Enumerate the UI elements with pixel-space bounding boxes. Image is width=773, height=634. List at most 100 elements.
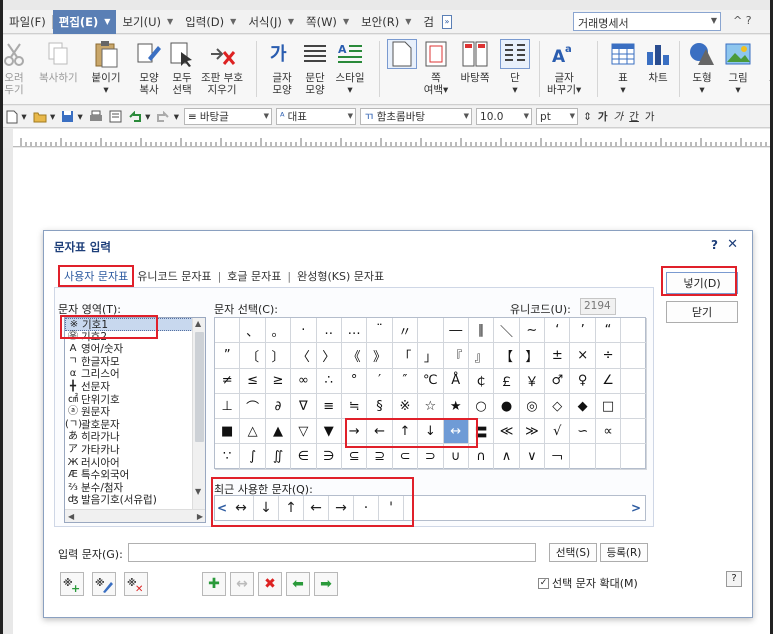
save-button[interactable]: ▾ bbox=[58, 108, 86, 126]
char-cell[interactable]: 〈 bbox=[291, 343, 317, 369]
char-cell[interactable]: ■ bbox=[215, 419, 241, 445]
char-cell[interactable]: ′ bbox=[367, 368, 393, 394]
replace-char-button[interactable]: Aa 글자 바꾸기▾ bbox=[547, 39, 581, 96]
char-cell[interactable] bbox=[621, 318, 647, 344]
area-list-item[interactable]: ※ 기호1 bbox=[65, 318, 193, 331]
swap-char-button[interactable]: ↔ bbox=[230, 572, 254, 596]
page-layout-button[interactable] bbox=[387, 39, 417, 72]
char-cell[interactable]: ≫ bbox=[519, 419, 546, 445]
recent-char-cell[interactable]: ↓ bbox=[254, 496, 279, 520]
scroll-right-icon[interactable]: ▶ bbox=[197, 512, 203, 521]
area-list-item[interactable]: ⓐ 원문자 bbox=[65, 406, 193, 419]
char-cell[interactable]: 』 bbox=[468, 343, 495, 369]
add-char-button[interactable]: ✚ bbox=[202, 572, 226, 596]
char-cell[interactable]: ↑ bbox=[392, 419, 419, 445]
area-list-item[interactable]: あ 히라가나 bbox=[65, 431, 193, 444]
char-cell[interactable]: ♂ bbox=[545, 368, 571, 394]
close-button[interactable]: 닫기 bbox=[666, 301, 738, 323]
char-cell[interactable]: ☆ bbox=[418, 393, 444, 420]
char-cell[interactable]: ℃ bbox=[418, 368, 444, 394]
bold-button[interactable]: 가 bbox=[595, 108, 611, 126]
char-cell[interactable]: 、 bbox=[240, 318, 266, 344]
char-cell[interactable]: ￡ bbox=[494, 368, 520, 394]
char-cell[interactable]: ∵ bbox=[215, 444, 241, 470]
undo-button[interactable]: ▾ bbox=[125, 108, 154, 126]
char-cell[interactable]: ⊂ bbox=[392, 444, 419, 470]
picture-button[interactable]: 그림 ▾ bbox=[723, 39, 753, 96]
char-cell[interactable]: ∞ bbox=[291, 368, 317, 394]
char-cell[interactable]: ∼ bbox=[519, 318, 546, 344]
area-list-item[interactable]: Æ 특수외국어 bbox=[65, 469, 193, 482]
recent-right-icon[interactable]: > bbox=[629, 501, 643, 515]
char-cell[interactable]: ← bbox=[367, 419, 393, 445]
char-cell[interactable]: ⊆ bbox=[341, 444, 368, 470]
format-copy-button[interactable]: 모양 복사 bbox=[134, 39, 164, 96]
char-cell[interactable]: 〕 bbox=[265, 343, 292, 369]
char-cell[interactable]: √ bbox=[545, 419, 571, 445]
italic-button[interactable]: 가 bbox=[611, 108, 627, 126]
char-shape-button[interactable]: 가 글자 모양 bbox=[267, 39, 297, 96]
char-cell[interactable]: 」 bbox=[418, 343, 444, 369]
char-cell[interactable] bbox=[621, 343, 647, 369]
char-cell[interactable]: ▲ bbox=[265, 419, 292, 445]
menu-expand-icon[interactable]: » bbox=[441, 14, 452, 29]
char-cell[interactable]: ≤ bbox=[240, 368, 266, 394]
ruler[interactable] bbox=[13, 129, 770, 147]
menu-view[interactable]: 보기(U) ▼ bbox=[116, 10, 179, 34]
char-cell[interactable]: 《 bbox=[341, 343, 368, 369]
char-cell[interactable]: ▼ bbox=[316, 419, 342, 445]
more-ribbon-button[interactable]: 그 bbox=[759, 39, 770, 84]
char-cell[interactable]: ∴ bbox=[316, 368, 342, 394]
char-cell[interactable]: “ bbox=[595, 318, 622, 344]
char-cell[interactable]: ÷ bbox=[595, 343, 622, 369]
char-cell[interactable]: ⌒ bbox=[240, 393, 266, 420]
unicode-field[interactable]: 2194 bbox=[580, 298, 616, 315]
char-cell[interactable] bbox=[621, 444, 647, 470]
area-list-item[interactable]: ㉾ 기호2 bbox=[65, 331, 193, 344]
unit-combo[interactable]: pt ▼ bbox=[536, 108, 579, 125]
char-cell[interactable]: § bbox=[367, 393, 393, 420]
char-cell[interactable]: ­ bbox=[418, 318, 444, 344]
area-list-item[interactable]: Ж 러시아어 bbox=[65, 457, 193, 470]
char-cell[interactable] bbox=[621, 393, 647, 420]
char-cell[interactable]: ″ bbox=[392, 368, 419, 394]
char-cell[interactable]: … bbox=[341, 318, 368, 344]
recent-char-cell[interactable]: → bbox=[329, 496, 354, 520]
char-cell[interactable]: ‘ bbox=[545, 318, 571, 344]
menu-edit[interactable]: 편집(E) ▼ bbox=[52, 9, 117, 34]
char-cell[interactable]: ◆ bbox=[570, 393, 596, 420]
recent-char-cell[interactable]: ↔ bbox=[229, 496, 254, 520]
char-cell[interactable]: ¨ bbox=[367, 318, 393, 344]
char-cell[interactable]: ♀ bbox=[570, 368, 596, 394]
area-list-item[interactable]: (ㄱ) 괄호문자 bbox=[65, 419, 193, 432]
char-cell[interactable]: ● bbox=[494, 393, 520, 420]
select-button[interactable]: 선택(S) bbox=[549, 543, 597, 562]
help-button[interactable]: ? bbox=[726, 571, 742, 587]
table-button[interactable]: 표 ▾ bbox=[608, 39, 638, 96]
recent-left-icon[interactable]: < bbox=[215, 501, 229, 515]
move-right-button[interactable]: ➡ bbox=[314, 572, 338, 596]
area-list-item[interactable]: ╋ 선문자 bbox=[65, 381, 193, 394]
char-cell[interactable]: 「 bbox=[392, 343, 419, 369]
char-cell[interactable]: ○ bbox=[468, 393, 495, 420]
clear-markup-button[interactable]: 조판 부호 지우기 bbox=[201, 39, 243, 96]
char-cell[interactable]: ￥ bbox=[519, 368, 546, 394]
area-list-item[interactable]: ㎠ 단위기호 bbox=[65, 394, 193, 407]
char-cell[interactable]: ￢ bbox=[545, 444, 571, 470]
delete-charset-button[interactable]: ※ ✕ bbox=[124, 572, 148, 596]
char-cell[interactable]: ° bbox=[341, 368, 368, 394]
char-cell[interactable]: ’ bbox=[570, 318, 596, 344]
char-cell[interactable]: ≪ bbox=[494, 419, 520, 445]
area-list-item[interactable]: ⅔ 분수/첨자 bbox=[65, 482, 193, 495]
page-margin-button[interactable]: 쪽 여백▾ bbox=[421, 39, 451, 96]
cut-button[interactable]: 오려 두기 bbox=[3, 39, 29, 96]
columns-button[interactable]: 단 ▾ bbox=[500, 39, 530, 96]
tab-user-charmap[interactable]: 사용자 문자표 bbox=[58, 265, 135, 287]
char-cell[interactable]: → bbox=[341, 419, 368, 445]
char-cell[interactable]: 〔 bbox=[240, 343, 266, 369]
menu-file[interactable]: 파일(F) bbox=[3, 10, 52, 34]
horizontal-scrollbar[interactable]: ◀ ▶ bbox=[65, 509, 205, 522]
char-cell[interactable]: ↓ bbox=[418, 419, 444, 445]
char-cell[interactable]: 。 bbox=[265, 318, 292, 344]
char-cell[interactable]: ± bbox=[545, 343, 571, 369]
